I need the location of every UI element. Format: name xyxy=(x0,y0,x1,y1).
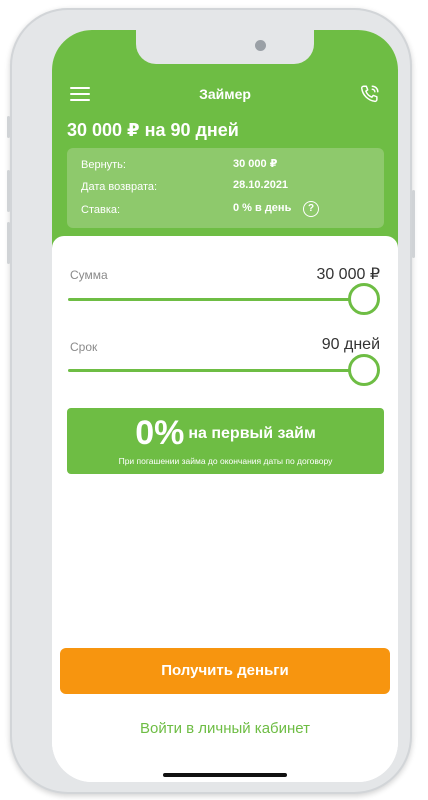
term-slider-track[interactable] xyxy=(68,369,364,372)
promo-percent: 0% xyxy=(135,414,185,452)
promo-subtext: При погашении займа до окончания даты по… xyxy=(118,456,333,466)
side-button xyxy=(7,222,10,264)
app-title: Займер xyxy=(199,86,251,102)
amount-slider-label: Сумма xyxy=(70,268,108,282)
rate-value: 0 % в день xyxy=(233,202,292,214)
side-button xyxy=(412,190,415,258)
promo-banner: 0% на первый займ При погашении займа до … xyxy=(67,408,384,474)
phone-frame: Займер 30 000 ₽ на 90 дней Вернуть: 30 0… xyxy=(7,8,415,794)
term-slider-thumb[interactable] xyxy=(348,354,380,386)
home-indicator xyxy=(163,773,287,777)
phone-notch xyxy=(136,30,314,64)
side-button xyxy=(7,170,10,212)
return-date-value: 28.10.2021 xyxy=(233,179,289,191)
loan-summary: 30 000 ₽ на 90 дней xyxy=(67,120,239,140)
repay-value: 30 000 ₽ xyxy=(233,158,278,170)
get-money-button[interactable]: Получить деньги xyxy=(60,648,390,694)
return-date-label: Дата возврата: xyxy=(81,181,158,193)
promo-text: на первый займ xyxy=(188,424,316,442)
login-link[interactable]: Войти в личный кабинет xyxy=(52,720,398,737)
rate-label: Ставка: xyxy=(81,204,121,216)
side-button xyxy=(7,116,10,138)
term-slider-value: 90 дней xyxy=(321,336,380,353)
question-circle-icon[interactable]: ? xyxy=(303,201,319,217)
main-content: Сумма 30 000 ₽ Срок 90 дней 0% на первый … xyxy=(52,236,398,782)
amount-slider-track[interactable] xyxy=(68,298,364,301)
term-slider-label: Срок xyxy=(70,340,98,354)
loan-info-card: Вернуть: 30 000 ₽ Дата возврата: 28.10.2… xyxy=(67,148,384,228)
amount-slider-thumb[interactable] xyxy=(348,283,380,315)
promo-headline: 0% на первый займ xyxy=(67,414,384,453)
repay-label: Вернуть: xyxy=(81,159,126,171)
camera-dot xyxy=(255,40,266,51)
amount-slider-value: 30 000 ₽ xyxy=(316,266,380,283)
phone-call-icon[interactable] xyxy=(359,83,381,110)
phone-screen: Займер 30 000 ₽ на 90 дней Вернуть: 30 0… xyxy=(52,30,398,782)
